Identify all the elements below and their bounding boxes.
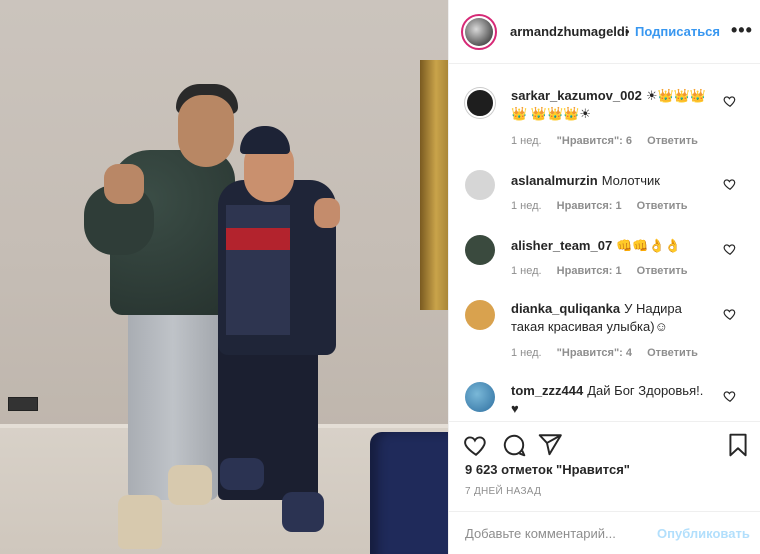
author-avatar[interactable]: [461, 14, 497, 50]
comment-meta: 1 нед. Нравится: 1 Ответить: [511, 265, 700, 277]
photo-blue-chair: [370, 432, 448, 554]
comment-text-block: dianka_quliqanka У Надира такая красивая …: [511, 300, 711, 336]
commenter-username[interactable]: tom_zzz444: [511, 383, 583, 398]
comment-likes[interactable]: Нравится: 1: [557, 200, 622, 212]
commenter-avatar[interactable]: [465, 382, 495, 412]
comments-list[interactable]: sarkar_kazumov_002 ☀👑👑👑👑 👑👑👑☀ 1 нед. "Нра…: [449, 65, 760, 421]
comment-icon[interactable]: [501, 432, 527, 458]
comment-likes[interactable]: Нравится: 1: [557, 265, 622, 277]
comment-meta: 1 нед. "Нравится": 4 Ответить: [511, 347, 710, 359]
photo-person-right-shoe: [220, 458, 264, 490]
commenter-avatar[interactable]: [465, 170, 495, 200]
reply-button[interactable]: Ответить: [637, 200, 688, 212]
photo-person-right-shoe-2: [282, 492, 324, 532]
reply-button[interactable]: Ответить: [637, 265, 688, 277]
heart-icon[interactable]: [723, 94, 737, 108]
comment-text: 👊👊👌👌: [616, 238, 681, 253]
post-side-panel: armandzhumageldi • Подписаться ••• sarka…: [448, 0, 760, 554]
commenter-username[interactable]: aslanalmurzin: [511, 173, 598, 188]
comment-age[interactable]: 1 нед.: [511, 265, 542, 277]
comment-meta: 1 нед. Нравится: 1 Ответить: [511, 200, 700, 212]
photo-person-right-shirt: [226, 205, 290, 335]
commenter-avatar[interactable]: [465, 300, 495, 330]
post-time[interactable]: 7 ДНЕЙ НАЗАД: [465, 486, 541, 497]
photo-person-left-shoe-2: [168, 465, 212, 505]
photo-person-left-hand-on-shoulder: [314, 198, 340, 228]
reply-button[interactable]: Ответить: [647, 347, 698, 359]
comment-text: Молотчик: [601, 173, 660, 188]
publish-button[interactable]: Опубликовать: [657, 526, 750, 541]
comment-text-block: tom_zzz444 Дай Бог Здоровья!. ♥: [511, 382, 711, 418]
heart-icon[interactable]: [723, 177, 737, 191]
reply-button[interactable]: Ответить: [647, 135, 698, 147]
photo-wall-outlet: [8, 397, 38, 411]
author-username[interactable]: armandzhumageldi: [510, 24, 628, 39]
comment-age[interactable]: 1 нед.: [511, 200, 542, 212]
photo-person-right-stripe: [226, 228, 290, 250]
author-avatar-image: [465, 18, 493, 46]
photo-person-left-shoe: [118, 495, 162, 549]
heart-icon[interactable]: [723, 307, 737, 321]
heart-icon[interactable]: [723, 242, 737, 256]
heart-icon[interactable]: [723, 389, 737, 403]
follow-button[interactable]: Подписаться: [635, 24, 720, 39]
comment-likes[interactable]: "Нравится": 4: [557, 347, 632, 359]
add-comment-bar: Добавьте комментарий... Опубликовать: [449, 511, 760, 554]
comment-age[interactable]: 1 нед.: [511, 347, 542, 359]
commenter-avatar[interactable]: [465, 88, 495, 118]
commenter-username[interactable]: sarkar_kazumov_002: [511, 88, 642, 103]
post-photo[interactable]: [0, 0, 448, 554]
heart-icon[interactable]: [463, 432, 489, 458]
commenter-username[interactable]: dianka_quliqanka: [511, 301, 620, 316]
likes-count[interactable]: 9 623 отметок "Нравится": [465, 462, 630, 477]
photo-person-left-hand: [104, 164, 144, 204]
comment-input[interactable]: Добавьте комментарий...: [465, 526, 616, 541]
bookmark-icon[interactable]: [725, 432, 751, 458]
commenter-username[interactable]: alisher_team_07: [511, 238, 612, 253]
comment-age[interactable]: 1 нед.: [511, 135, 542, 147]
comment-text-block: aslanalmurzin Молотчик: [511, 172, 711, 190]
photo-person-left-head: [178, 95, 234, 167]
photo-picture-frame: [420, 60, 448, 310]
comment-meta: 1 нед. "Нравится": 6 Ответить: [511, 135, 710, 147]
comment-likes[interactable]: "Нравится": 6: [557, 135, 632, 147]
comment-text-block: sarkar_kazumov_002 ☀👑👑👑👑 👑👑👑☀: [511, 87, 711, 123]
comment-text-block: alisher_team_07 👊👊👌👌: [511, 237, 711, 255]
post-header: armandzhumageldi • Подписаться •••: [449, 0, 760, 64]
more-icon[interactable]: •••: [731, 20, 753, 41]
share-icon[interactable]: [537, 432, 563, 458]
commenter-avatar[interactable]: [465, 235, 495, 265]
header-separator: •: [625, 24, 630, 39]
